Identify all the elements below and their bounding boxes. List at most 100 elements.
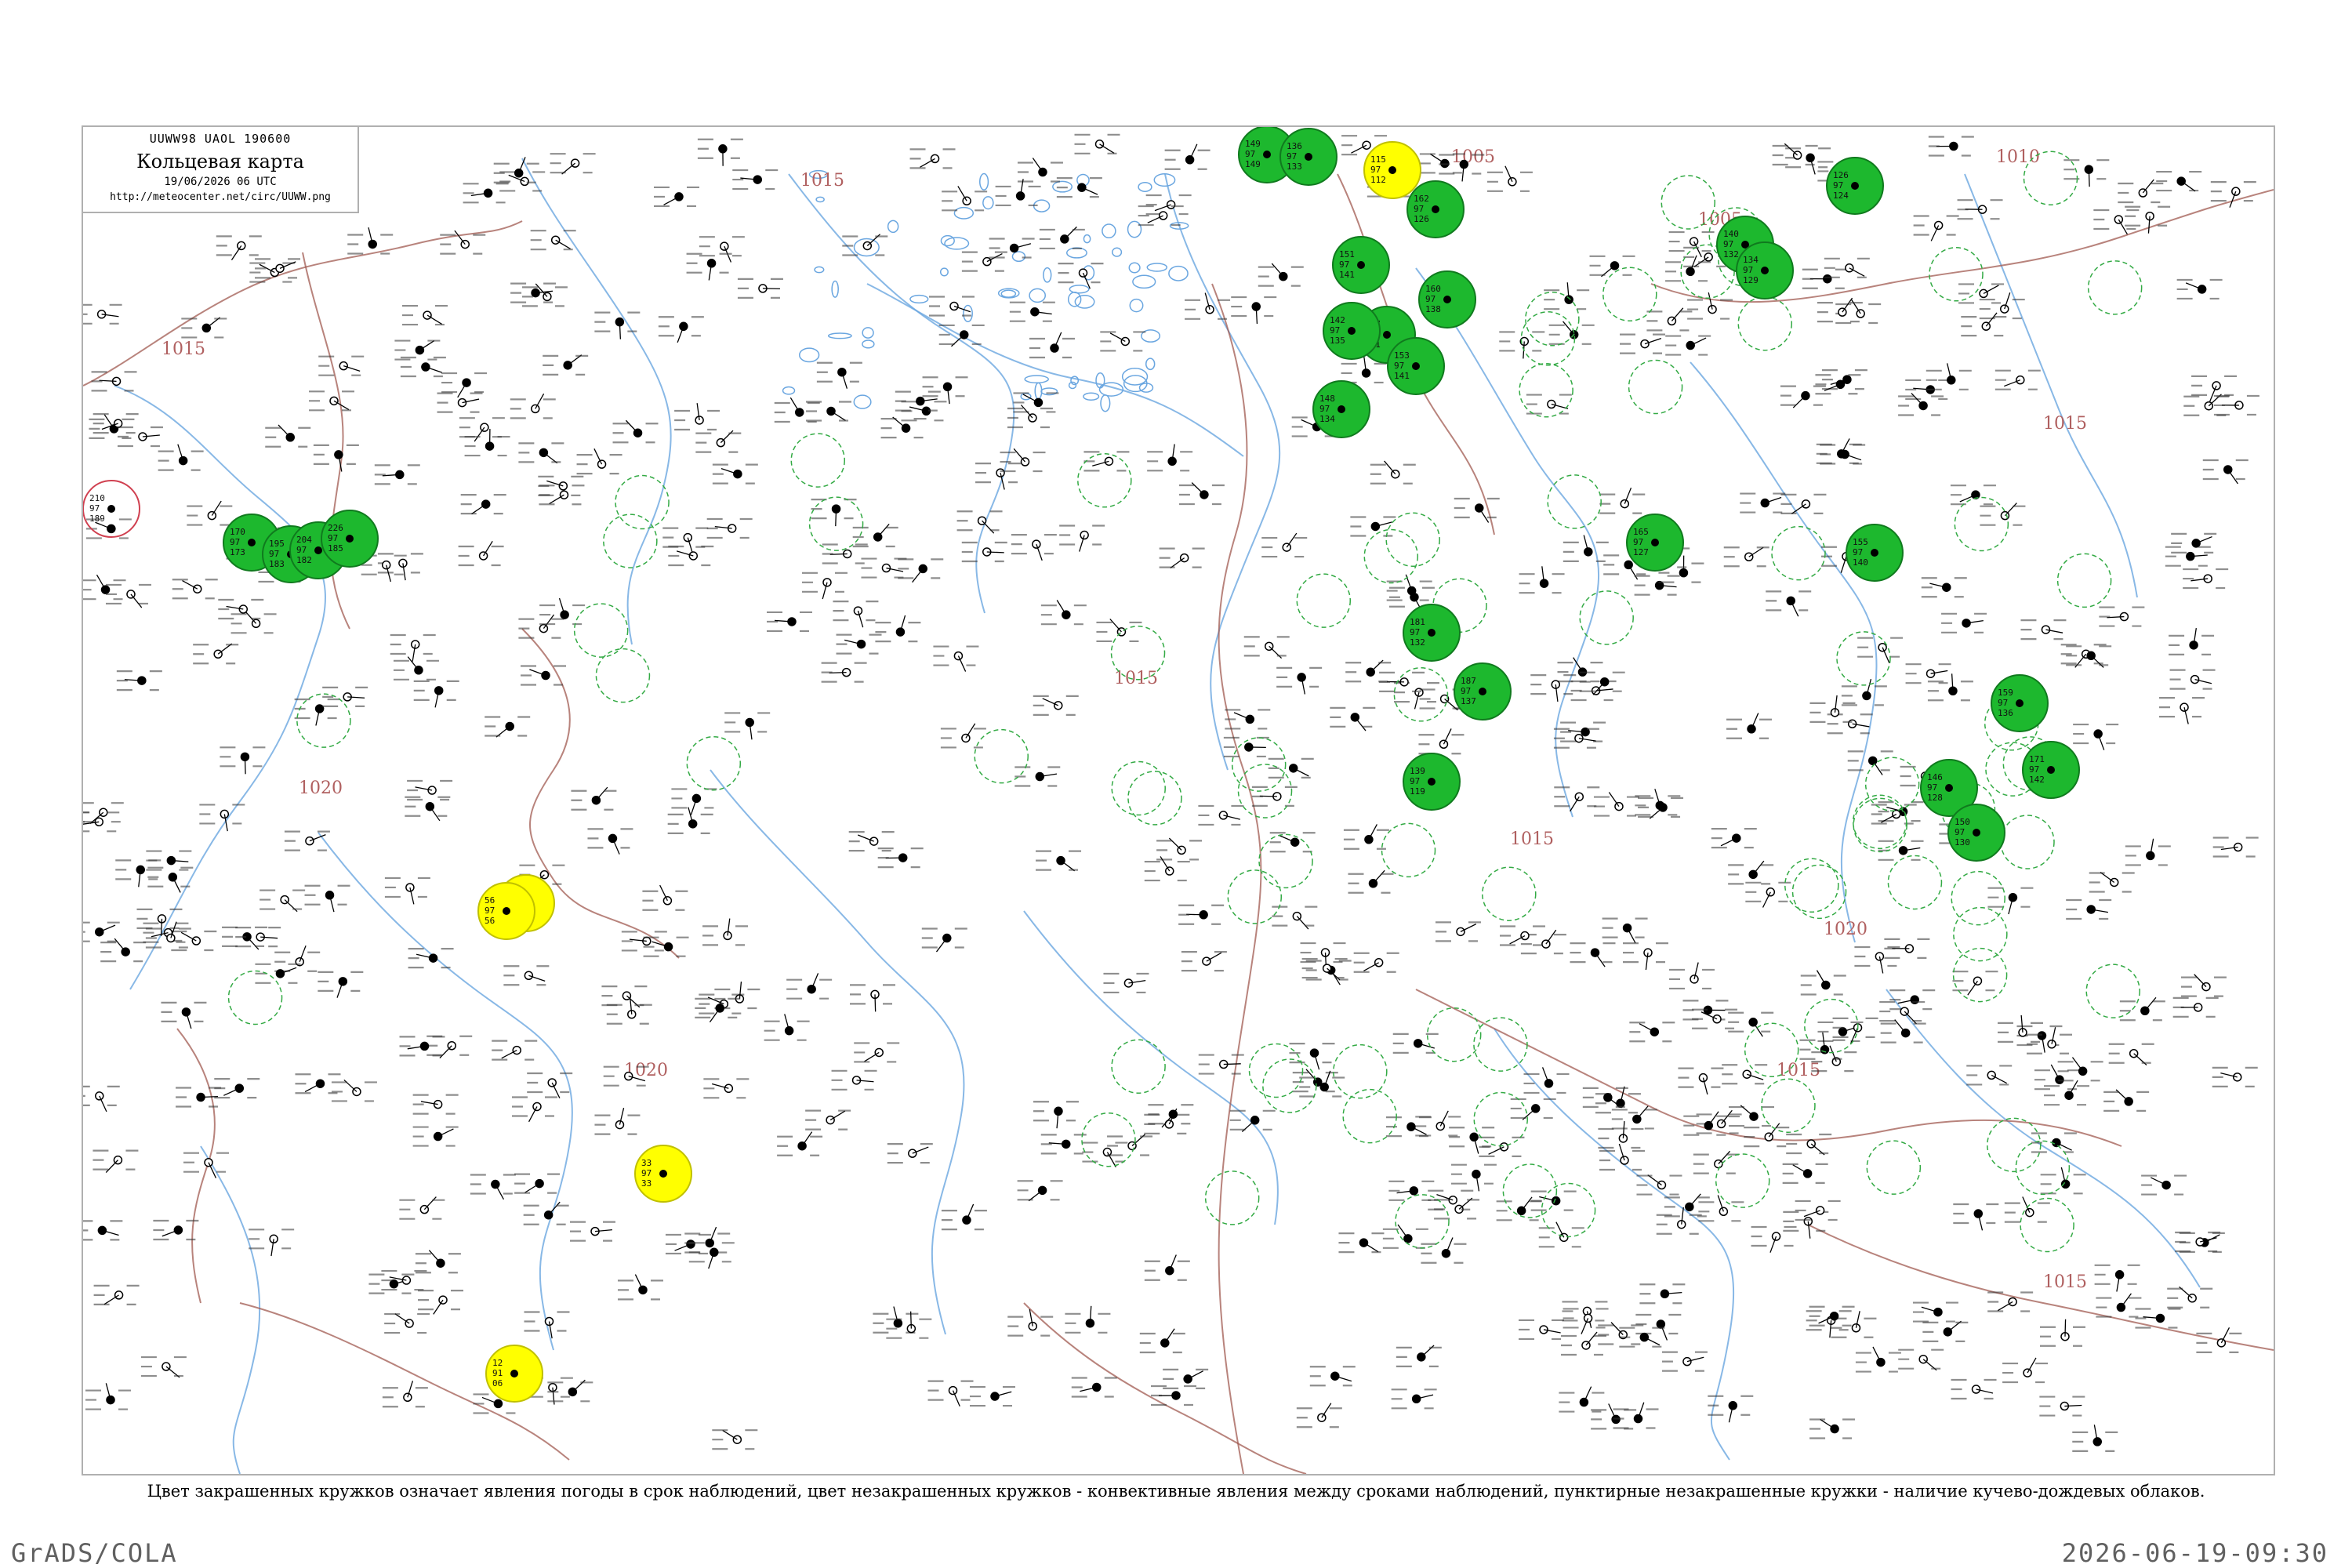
station-model bbox=[942, 186, 988, 212]
wind-barb bbox=[2194, 974, 2207, 988]
station-value-t: 56 bbox=[485, 895, 495, 906]
highlighted-station: 16097138 bbox=[1418, 270, 1476, 328]
station-model bbox=[1806, 1310, 1852, 1338]
station-model bbox=[1678, 1067, 1724, 1095]
station-model bbox=[521, 665, 567, 686]
lake-shape bbox=[1070, 376, 1080, 386]
isobar-label: 1010 bbox=[1996, 147, 2040, 167]
station-value-d: 56 bbox=[485, 916, 495, 926]
station-model bbox=[405, 796, 451, 822]
station-model bbox=[83, 1220, 123, 1241]
station-model bbox=[1014, 766, 1061, 787]
wind-barb bbox=[180, 931, 197, 942]
station-model bbox=[1353, 952, 1399, 973]
lake-shape bbox=[814, 266, 825, 274]
station-model bbox=[1928, 136, 1974, 157]
station-model bbox=[606, 996, 652, 1025]
cb-dashed-circle bbox=[686, 735, 742, 791]
wind-barb bbox=[1636, 1105, 1649, 1120]
station-model bbox=[1951, 1378, 1997, 1400]
station-dot bbox=[510, 1370, 518, 1377]
station-dot bbox=[248, 539, 256, 546]
station-model bbox=[703, 1078, 750, 1099]
station-model bbox=[1871, 804, 1917, 825]
station-model bbox=[2027, 1027, 2073, 1054]
station-dot bbox=[107, 524, 116, 534]
wind-barb bbox=[1792, 395, 1806, 408]
station-model bbox=[2020, 619, 2067, 641]
wind-barb bbox=[454, 230, 466, 245]
wind-barb bbox=[1627, 927, 1636, 944]
station-model bbox=[1656, 1207, 1702, 1235]
station-model bbox=[218, 598, 264, 620]
station-model bbox=[1243, 636, 1290, 659]
station-value-t: 160 bbox=[1425, 284, 1441, 294]
station-value-t: 226 bbox=[328, 523, 343, 533]
station-model bbox=[235, 926, 281, 948]
station-model bbox=[2196, 1327, 2242, 1353]
station-value-d: 142 bbox=[2029, 775, 2045, 785]
station-model bbox=[1009, 301, 1055, 322]
station-model bbox=[459, 417, 505, 442]
wind-barb bbox=[835, 509, 837, 527]
station-value-p: 97 bbox=[641, 1168, 652, 1178]
station-model bbox=[1926, 363, 1972, 390]
station-model bbox=[524, 1311, 570, 1339]
station-model bbox=[1562, 1301, 1608, 1328]
station-model bbox=[1499, 925, 1545, 946]
lake-shape bbox=[1043, 267, 1052, 283]
station-model bbox=[322, 686, 368, 707]
cb-dashed-circle bbox=[1520, 311, 1576, 366]
station-model bbox=[161, 1001, 207, 1029]
station-model bbox=[712, 1429, 758, 1450]
station-model bbox=[1156, 837, 1203, 861]
station-model bbox=[1103, 972, 1149, 994]
station-dot bbox=[503, 907, 510, 915]
station-model bbox=[220, 746, 266, 775]
station-model bbox=[1338, 1232, 1385, 1254]
station-model bbox=[1178, 482, 1225, 506]
station-value-d: 132 bbox=[1410, 637, 1425, 648]
station-model bbox=[850, 984, 896, 1012]
station-value-t: 195 bbox=[269, 539, 285, 549]
station-value-d: 149 bbox=[1245, 159, 1261, 169]
station-model bbox=[1941, 612, 1987, 633]
station-model bbox=[811, 499, 857, 527]
station-model bbox=[1857, 637, 1904, 664]
station-model bbox=[2212, 1066, 2258, 1087]
cb-dashed-circle bbox=[1737, 296, 1793, 351]
station-value-t: 171 bbox=[2029, 754, 2045, 764]
station-value-t: 148 bbox=[1319, 394, 1335, 404]
station-dot bbox=[1856, 309, 1865, 318]
station-model bbox=[1007, 1308, 1054, 1337]
station-model bbox=[1913, 215, 1959, 241]
wind-barb bbox=[304, 1083, 321, 1093]
wind-barb bbox=[1363, 1242, 1379, 1253]
wind-barb bbox=[1286, 532, 1298, 548]
station-dot bbox=[1432, 205, 1439, 213]
lake-shape bbox=[1138, 181, 1152, 192]
station-model bbox=[1391, 1388, 1437, 1410]
station-model bbox=[2171, 532, 2217, 554]
station-model bbox=[1809, 695, 1856, 723]
station-model bbox=[833, 600, 879, 628]
station-model bbox=[511, 1096, 557, 1123]
station-model bbox=[1139, 1328, 1185, 1354]
river-line bbox=[1690, 361, 1878, 943]
station-value-p: 97 bbox=[230, 537, 240, 547]
cb-dashed-circle bbox=[1836, 631, 1891, 686]
station-model bbox=[412, 1126, 459, 1147]
station-model bbox=[1100, 331, 1146, 352]
station-model bbox=[510, 393, 556, 419]
station-model bbox=[1740, 492, 1786, 514]
station-model bbox=[393, 656, 439, 681]
station-model bbox=[1198, 804, 1244, 826]
station-model bbox=[875, 615, 921, 643]
lake-shape bbox=[1121, 368, 1149, 386]
station-model bbox=[83, 1085, 120, 1112]
station-value-p: 91 bbox=[492, 1368, 503, 1378]
lake-shape bbox=[940, 234, 955, 247]
wind-barb bbox=[278, 424, 291, 438]
station-model bbox=[1345, 659, 1392, 683]
station-model bbox=[147, 866, 194, 893]
